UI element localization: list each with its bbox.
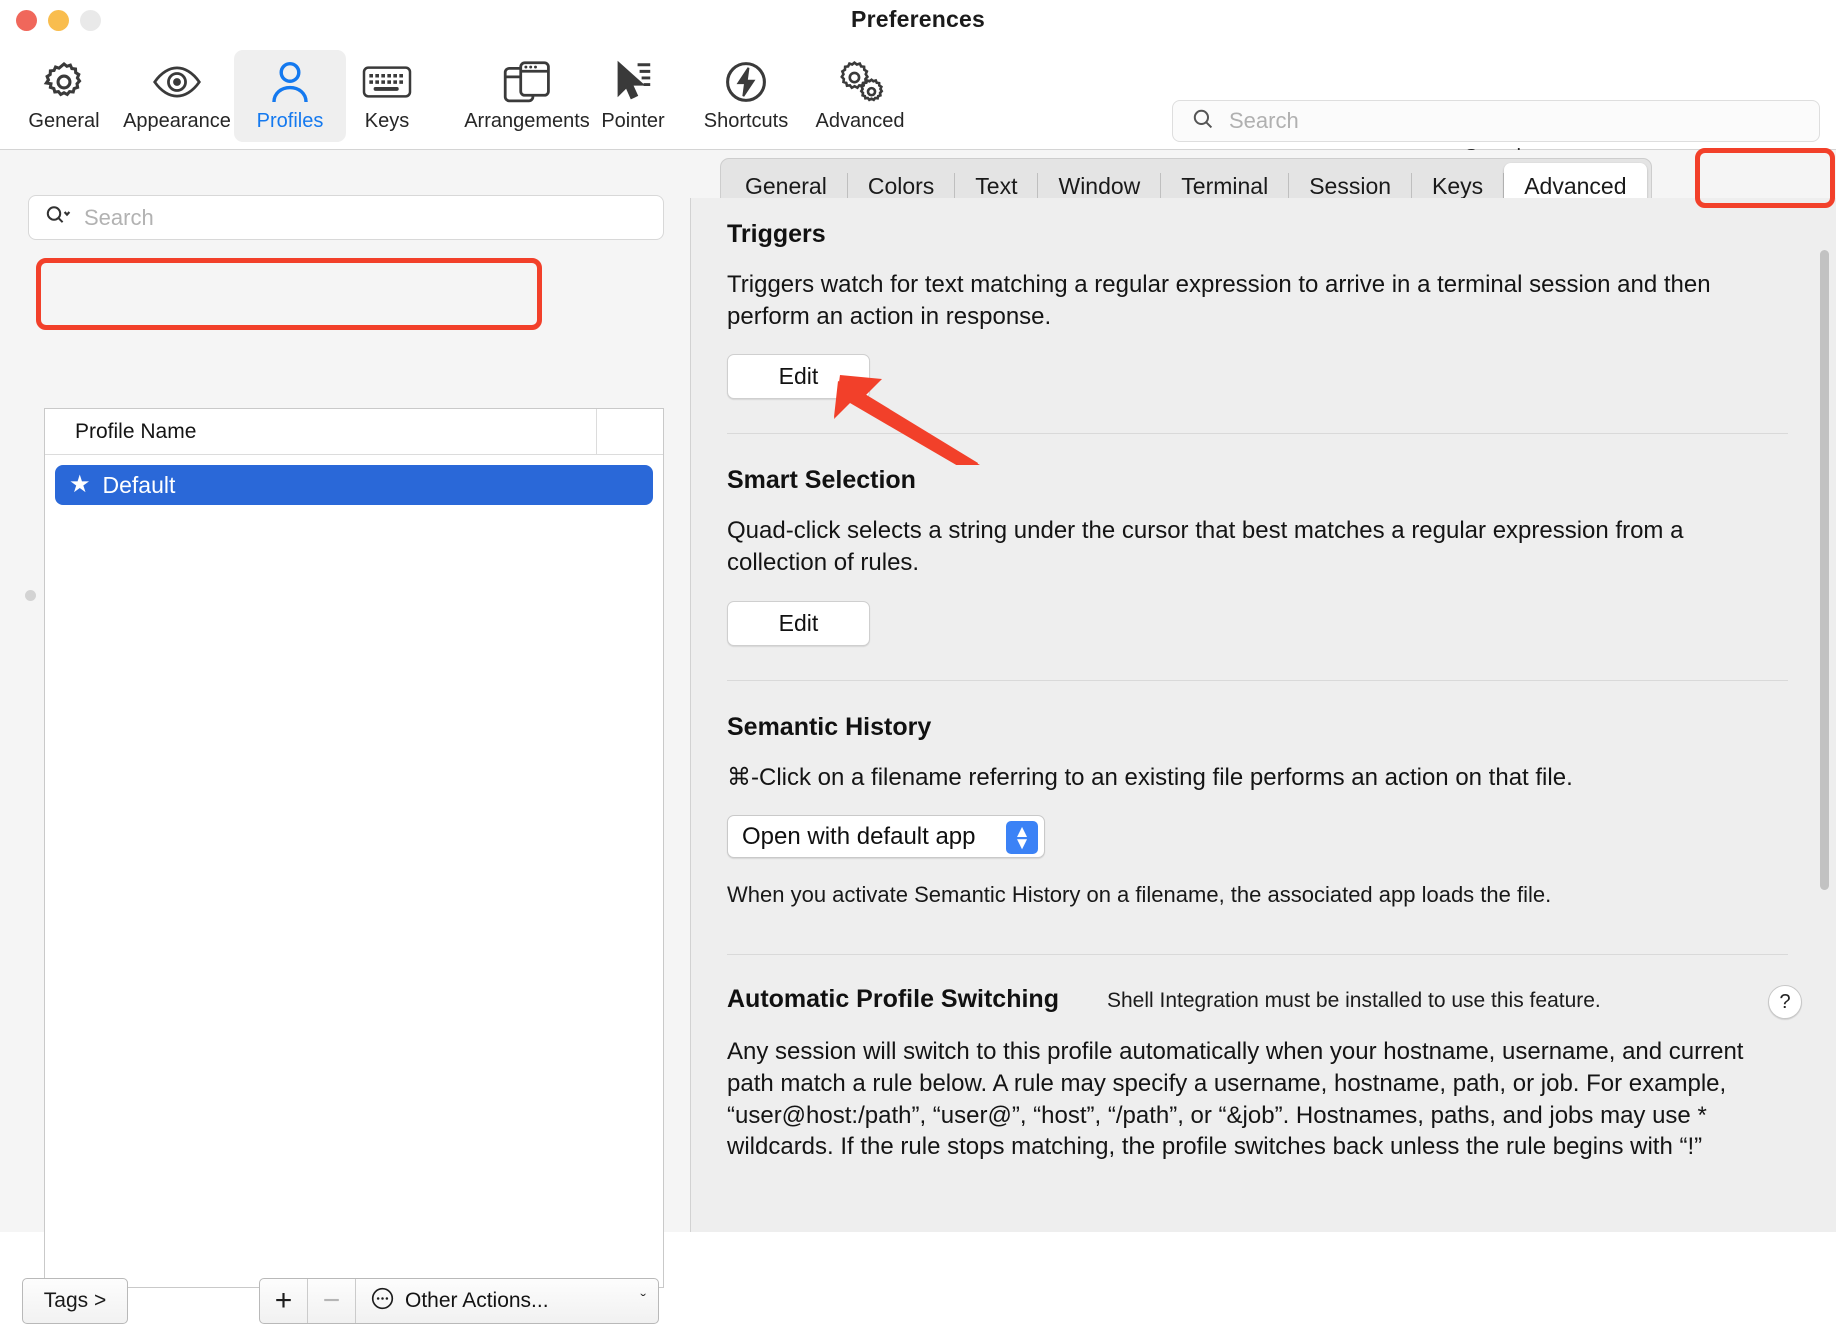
- search-input[interactable]: Search: [1172, 100, 1820, 142]
- keyboard-icon: [362, 58, 412, 106]
- toolbar-item-general[interactable]: General: [8, 50, 120, 142]
- semantic-history-selected-value: Open with default app: [742, 822, 976, 850]
- add-profile-button[interactable]: +: [260, 1279, 308, 1323]
- toolbar-item-label: Appearance: [123, 110, 231, 132]
- stepper-chevrons-icon[interactable]: ▲ ▼: [1006, 821, 1038, 855]
- profile-settings-pane: General Colors Text Window Terminal Sess…: [690, 150, 1836, 1232]
- person-icon: [269, 58, 311, 106]
- search-icon: [1191, 107, 1215, 136]
- cursor-icon: [611, 58, 655, 106]
- two-gears-icon: [834, 58, 886, 106]
- aps-description: Any session will switch to this profile …: [727, 1038, 1744, 1161]
- chevron-down-icon: ˇ: [640, 1291, 646, 1310]
- tags-button[interactable]: Tags >: [22, 1278, 128, 1324]
- toolbar-item-label: Profiles: [256, 110, 324, 132]
- triggers-description: Triggers watch for text matching a regul…: [727, 271, 1711, 330]
- aps-title: Automatic Profile Switching: [727, 985, 1059, 1014]
- scrollbar-thumb[interactable]: [1820, 250, 1829, 890]
- search-dropdown-icon[interactable]: [44, 203, 74, 232]
- semantic-history-helper: When you activate Semantic History on a …: [727, 882, 1552, 908]
- profile-name-label: Default: [102, 471, 176, 498]
- eye-icon: [151, 58, 203, 106]
- column-header-profile-name[interactable]: Profile Name: [45, 420, 596, 444]
- toolbar-item-label: Arrangements: [464, 110, 590, 132]
- column-divider[interactable]: [596, 408, 597, 455]
- profile-actions-toolbar: + − Other Actions... ˇ: [259, 1278, 659, 1324]
- triggers-title: Triggers: [727, 220, 826, 248]
- profiles-table[interactable]: Profile Name ★ Default: [44, 408, 664, 1288]
- windows-icon: [503, 58, 551, 106]
- search-placeholder: Search: [1229, 108, 1299, 133]
- aps-header-row: Automatic Profile Switching Shell Integr…: [727, 985, 1802, 1020]
- gear-icon: [41, 58, 87, 106]
- toolbar-item-pointer[interactable]: Pointer: [577, 50, 689, 142]
- profile-search-input[interactable]: Search: [28, 195, 664, 240]
- toolbar-item-profiles[interactable]: Profiles: [234, 50, 346, 142]
- advanced-settings-content: Triggers Triggers watch for text matchin…: [690, 198, 1836, 1232]
- aps-shell-integration-note: Shell Integration must be installed to u…: [1106, 989, 1601, 1013]
- toolbar-item-advanced[interactable]: Advanced: [796, 50, 924, 142]
- toolbar-item-label: Pointer: [601, 110, 665, 132]
- automatic-profile-switching-section: Automatic Profile Switching Shell Integr…: [727, 985, 1802, 1163]
- toolbar-item-appearance[interactable]: Appearance: [121, 50, 233, 142]
- ellipsis-circle-icon: [370, 1286, 395, 1317]
- other-actions-label: Other Actions...: [405, 1289, 549, 1312]
- toolbar-item-label: Keys: [364, 110, 410, 132]
- profiles-row-list: ★ Default: [45, 455, 663, 505]
- remove-profile-button[interactable]: −: [308, 1279, 356, 1323]
- smart-selection-section: Smart Selection Quad-click selects a str…: [727, 466, 1788, 646]
- profile-row-default[interactable]: ★ Default: [55, 465, 653, 505]
- smart-selection-edit-button[interactable]: Edit: [727, 600, 870, 646]
- bolt-circle-icon: [723, 58, 769, 106]
- star-icon: ★: [69, 471, 91, 498]
- window-title: Preferences: [851, 6, 985, 32]
- smart-selection-title: Smart Selection: [727, 466, 916, 495]
- semantic-history-action-select[interactable]: Open with default app ▲ ▼: [727, 815, 1045, 859]
- preferences-body: Search Profile Name ★ Default Tags > + −: [0, 150, 1836, 1324]
- toolbar-search-container: Search: [1172, 100, 1820, 142]
- toolbar-item-keys[interactable]: Keys: [331, 50, 443, 142]
- profiles-sidebar: Search Profile Name ★ Default Tags > + −: [0, 150, 690, 1324]
- content-scrollbar[interactable]: [1818, 250, 1830, 1230]
- other-actions-dropdown[interactable]: Other Actions... ˇ: [356, 1279, 658, 1323]
- help-button[interactable]: ?: [1768, 985, 1802, 1020]
- preferences-toolbar: General Appearance Profiles Keys Arrange…: [0, 42, 1836, 168]
- profile-search-placeholder: Search: [84, 204, 154, 230]
- smart-selection-description: Quad-click selects a string under the cu…: [727, 517, 1684, 577]
- section-divider: [727, 679, 1788, 681]
- toolbar-item-shortcuts[interactable]: Shortcuts: [682, 50, 810, 142]
- toolbar-item-label: General: [28, 110, 100, 132]
- semantic-history-description: ⌘-Click on a filename referring to an ex…: [727, 763, 1573, 791]
- annotation-arrow-to-edit-button: [834, 375, 980, 465]
- profiles-table-header: Profile Name: [45, 408, 663, 455]
- triggers-section: Triggers Triggers watch for text matchin…: [727, 220, 1788, 400]
- pane-splitter-handle[interactable]: [25, 590, 36, 601]
- window-titlebar: Preferences: [0, 0, 1836, 42]
- semantic-history-section: Semantic History ⌘-Click on a filename r…: [727, 713, 1788, 909]
- section-divider: [727, 954, 1788, 956]
- toolbar-item-label: Advanced: [815, 110, 905, 132]
- semantic-history-title: Semantic History: [727, 712, 932, 741]
- toolbar-item-label: Shortcuts: [703, 110, 789, 132]
